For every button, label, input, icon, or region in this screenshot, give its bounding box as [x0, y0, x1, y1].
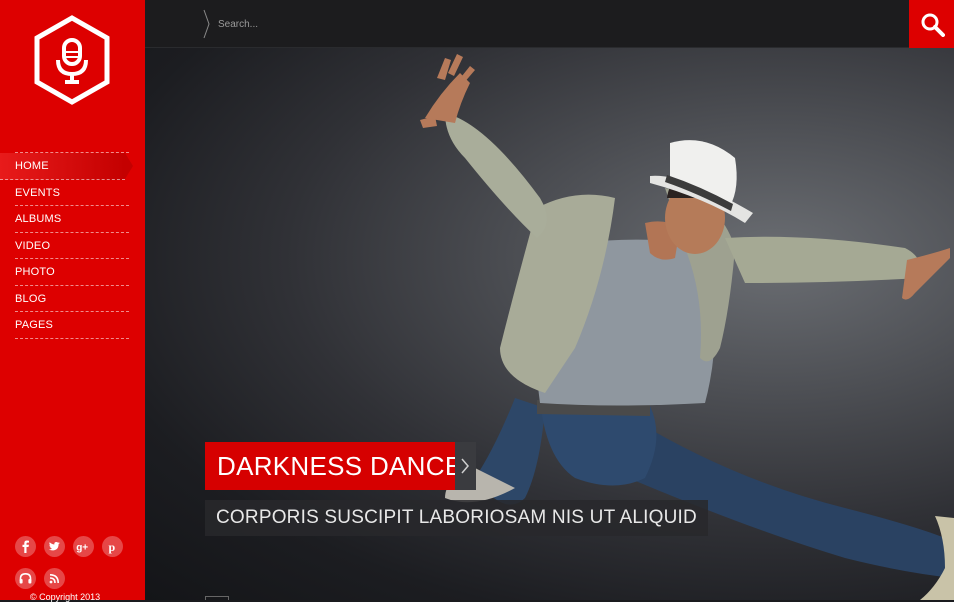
- nav-item-video[interactable]: VIDEO: [15, 233, 129, 259]
- search-input[interactable]: [218, 14, 818, 34]
- slide-title: DARKNESS DANCE: [205, 442, 475, 490]
- svg-text:g+: g+: [76, 543, 88, 554]
- slide-next-button[interactable]: [455, 442, 476, 490]
- sidebar: HOME EVENTS ALBUMS VIDEO PHOTO BLOG PAGE…: [0, 0, 145, 602]
- slide-subtitle-text: CORPORIS SUSCIPIT LABORIOSAM NIS UT ALIQ…: [216, 507, 697, 528]
- google-plus-icon[interactable]: g+: [73, 536, 94, 557]
- nav-item-pages[interactable]: PAGES: [15, 312, 129, 339]
- rss-icon[interactable]: [44, 568, 65, 589]
- facebook-icon[interactable]: [15, 536, 36, 557]
- social-links: g+ p: [15, 536, 135, 600]
- main-nav: HOME EVENTS ALBUMS VIDEO PHOTO BLOG PAGE…: [0, 152, 133, 339]
- pinterest-icon[interactable]: p: [102, 536, 123, 557]
- copyright-text: © Copyright 2013: [30, 592, 101, 602]
- svg-text:p: p: [109, 540, 116, 554]
- slide-title-text: DARKNESS DANCE: [217, 450, 463, 481]
- top-bar: [145, 0, 954, 48]
- slide-subtitle: CORPORIS SUSCIPIT LABORIOSAM NIS UT ALIQ…: [205, 500, 708, 536]
- chevron-right-icon: [461, 458, 469, 474]
- search-button[interactable]: [909, 0, 954, 48]
- chevron-right-icon: [203, 9, 210, 39]
- nav-item-albums[interactable]: ALBUMS: [15, 206, 129, 233]
- twitter-icon[interactable]: [44, 536, 65, 557]
- microphone-logo-icon[interactable]: [31, 14, 113, 108]
- nav-item-photo[interactable]: PHOTO: [15, 259, 129, 286]
- nav-item-events[interactable]: EVENTS: [15, 180, 129, 206]
- slider-pager[interactable]: [205, 596, 229, 600]
- headphones-icon[interactable]: [15, 568, 36, 589]
- search-icon: [921, 13, 945, 37]
- nav-item-blog[interactable]: BLOG: [15, 286, 129, 312]
- nav-item-home[interactable]: HOME: [0, 153, 133, 180]
